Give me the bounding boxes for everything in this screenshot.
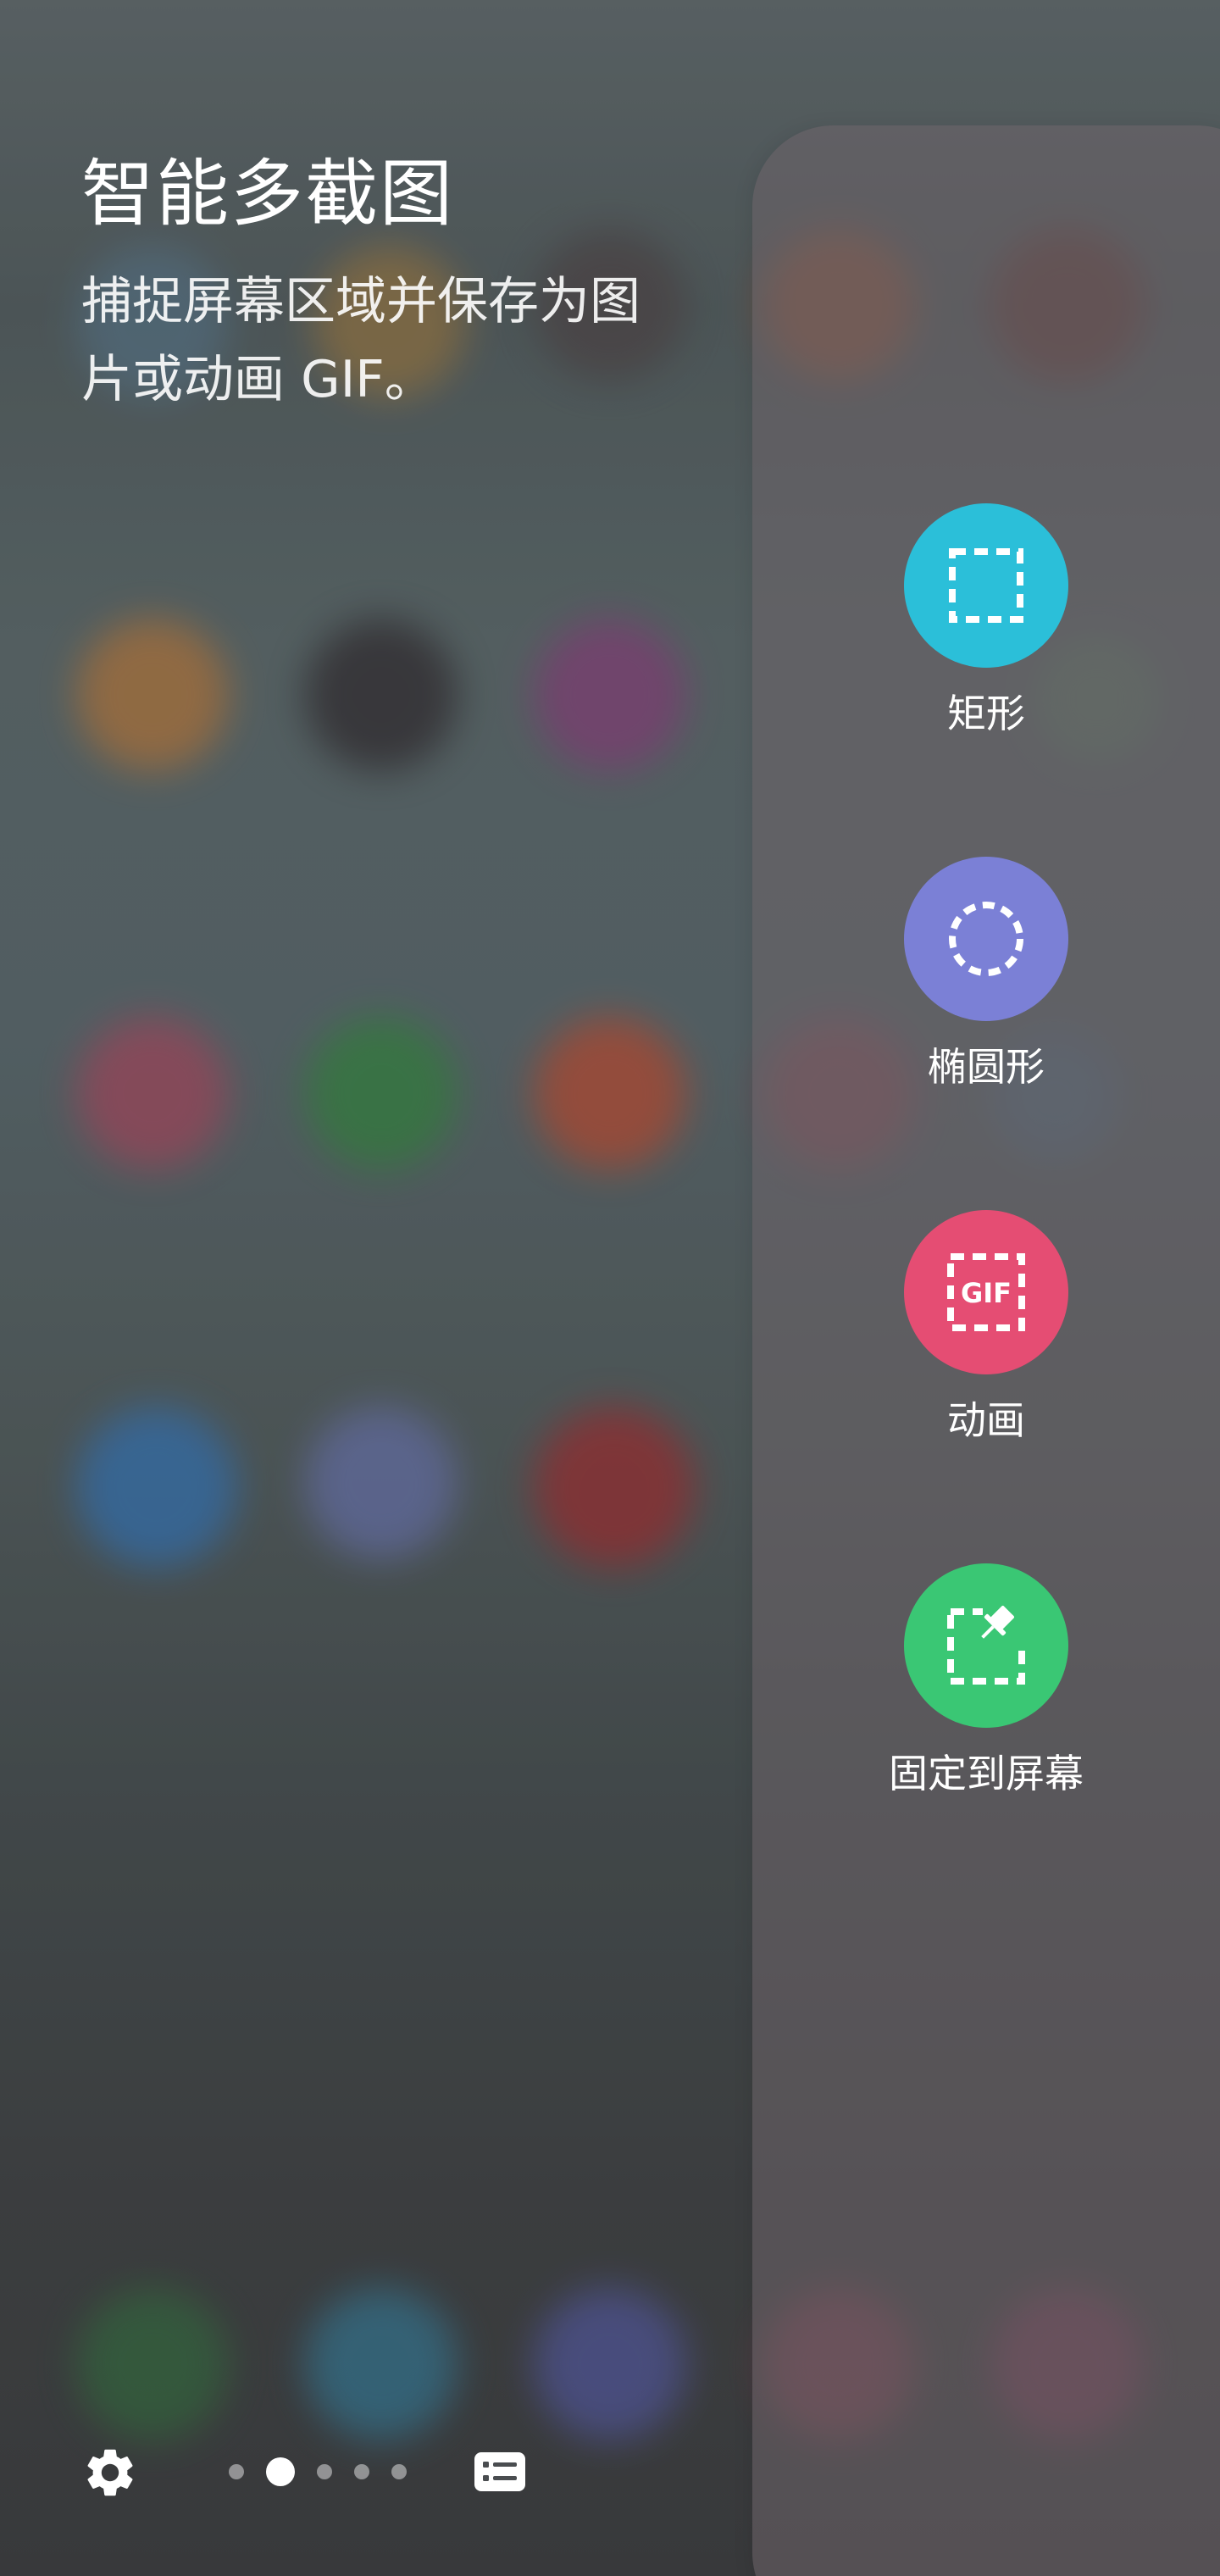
oval-tool[interactable]: 椭圆形 [903, 857, 1069, 1090]
panel-title: 智能多截图 [81, 152, 454, 236]
oval-select-icon [949, 902, 1023, 976]
gif-tool-circle[interactable]: GIF [904, 1210, 1068, 1374]
svg-text:GIF: GIF [961, 1277, 1012, 1309]
rectangle-tool-label: 矩形 [947, 691, 1025, 736]
rectangle-select-icon [949, 548, 1023, 623]
rectangle-tool-circle[interactable] [904, 503, 1068, 668]
oval-tool-circle[interactable] [904, 857, 1068, 1021]
rectangle-tool[interactable]: 矩形 [903, 503, 1069, 736]
screen: 智能多截图 捕捉屏幕区域并保存为图片或动画 GIF。 矩形 椭圆形 GIF 动画 [0, 0, 1220, 2576]
panel-list-icon[interactable] [474, 2452, 525, 2491]
pin-to-screen-label: 固定到屏幕 [889, 1751, 1084, 1796]
pin-tool-circle[interactable] [904, 1563, 1068, 1728]
panel-description: 捕捉屏幕区域并保存为图片或动画 GIF。 [81, 272, 640, 409]
gear-icon[interactable] [81, 2444, 139, 2501]
gif-tool-label: 动画 [947, 1397, 1025, 1443]
oval-tool-label: 椭圆形 [928, 1044, 1045, 1090]
pin-to-screen-tool[interactable]: 固定到屏幕 [889, 1563, 1084, 1796]
pin-to-screen-icon [947, 1605, 1027, 1685]
page-dot[interactable] [354, 2464, 369, 2479]
gif-tool[interactable]: GIF 动画 [903, 1210, 1069, 1443]
page-indicator [229, 2457, 429, 2486]
page-dot[interactable] [229, 2464, 244, 2479]
page-dot[interactable] [317, 2464, 332, 2479]
page-dot[interactable] [391, 2464, 407, 2479]
page-dot-active[interactable] [266, 2457, 295, 2486]
gif-icon: GIF [947, 1253, 1025, 1331]
